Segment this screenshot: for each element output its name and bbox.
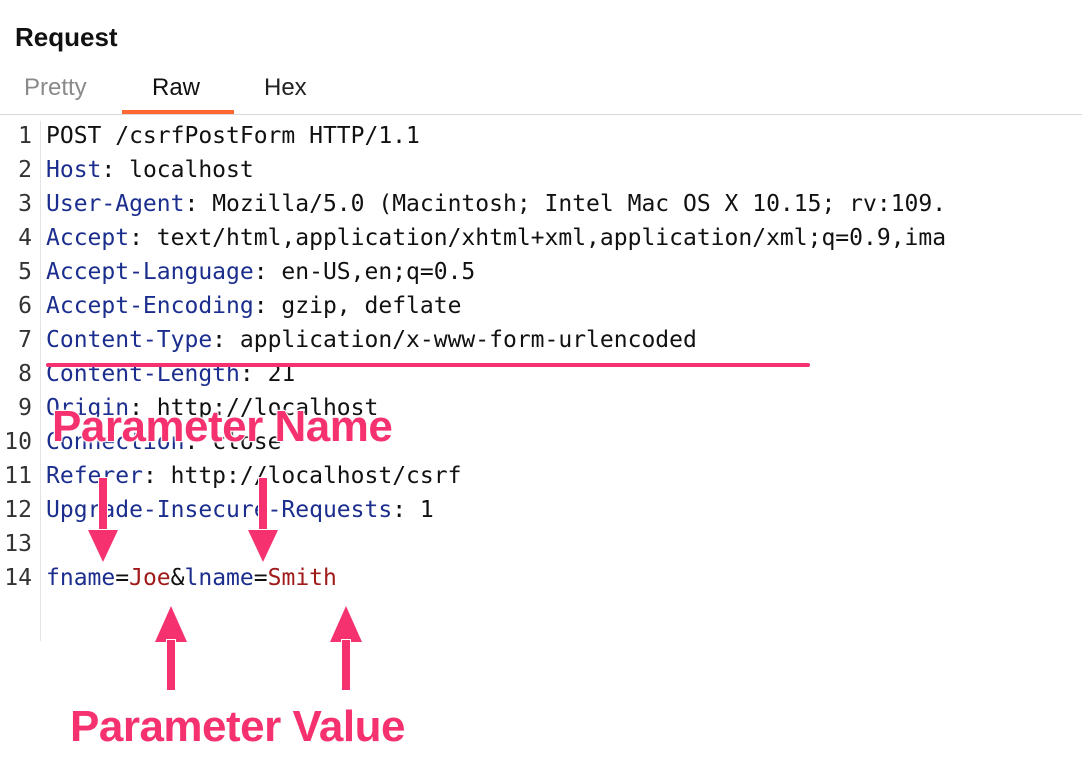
header-line: User-Agent: Mozilla/5.0 (Macintosh; Inte… [46, 187, 946, 221]
header-value: gzip, deflate [281, 293, 462, 319]
tab-hex[interactable]: Hex [264, 74, 307, 102]
param-equals: = [115, 565, 130, 591]
line-number: 13 [4, 531, 32, 557]
line-number: 8 [18, 361, 32, 387]
line-number: 1 [18, 123, 32, 149]
header-value: http://localhost/csrf [170, 463, 462, 489]
header-separator: : [184, 191, 213, 217]
header-value: en-US,en;q=0.5 [281, 259, 476, 285]
line-number: 2 [18, 157, 32, 183]
header-line: Referer: http://localhost/csrf [46, 459, 461, 493]
panel-title: Request [15, 22, 118, 52]
tab-pretty[interactable]: Pretty [24, 74, 87, 102]
header-name: Upgrade-Insecure-Requests [46, 497, 393, 523]
line-number: 4 [18, 225, 32, 251]
header-name: Content-Type [46, 327, 213, 353]
header-line: Accept-Encoding: gzip, deflate [46, 289, 461, 323]
header-name: Accept [46, 225, 130, 251]
header-separator: : [392, 497, 420, 523]
header-separator: : [253, 293, 282, 319]
request-body-line: fname=Joe&lname=Smith [46, 561, 337, 595]
param-ampersand: & [170, 565, 185, 591]
active-tab-indicator [122, 110, 234, 114]
header-separator: : [129, 225, 157, 251]
param-value: Joe [129, 565, 171, 591]
header-name: Accept-Encoding [46, 293, 254, 319]
header-line: Host: localhost [46, 153, 254, 187]
line-number: 9 [18, 395, 32, 421]
tab-raw[interactable]: Raw [152, 74, 200, 102]
line-number: 5 [18, 259, 32, 285]
content-type-highlight-underline [46, 363, 810, 367]
line-number: 12 [4, 497, 32, 523]
header-line: Accept-Language: en-US,en;q=0.5 [46, 255, 475, 289]
tab-bar: Pretty Raw Hex [0, 66, 1082, 115]
header-value: Mozilla/5.0 (Macintosh; Intel Mac OS X 1… [212, 191, 947, 217]
header-name: Host [46, 157, 102, 183]
header-separator: : [253, 259, 282, 285]
param-value: Smith [267, 565, 337, 591]
line-number: 14 [4, 565, 32, 591]
line-number: 6 [18, 293, 32, 319]
line-number: 10 [4, 429, 32, 455]
header-value: text/html,application/xhtml+xml,applicat… [156, 225, 947, 251]
request-line-text: POST /csrfPostForm HTTP/1.1 [46, 123, 420, 149]
header-name: User-Agent [46, 191, 185, 217]
param-name: lname [184, 565, 254, 591]
annotation-parameter-name: Parameter Name [51, 401, 394, 452]
header-line-content-type: Content-Type: application/x-www-form-url… [46, 323, 697, 357]
header-line: Upgrade-Insecure-Requests: 1 [46, 493, 434, 527]
header-name: Referer [46, 463, 143, 489]
param-name: fname [46, 565, 116, 591]
header-separator: : [142, 463, 171, 489]
header-value: application/x-www-form-urlencoded [239, 327, 697, 353]
header-separator: : [101, 157, 130, 183]
header-value: localhost [129, 157, 254, 183]
header-name: Accept-Language [46, 259, 254, 285]
line-number: 7 [18, 327, 32, 353]
param-equals: = [253, 565, 268, 591]
header-separator: : [212, 327, 240, 353]
line-number: 11 [4, 463, 32, 489]
annotation-parameter-value: Parameter Value [69, 701, 406, 752]
header-line: Accept: text/html,application/xhtml+xml,… [46, 221, 946, 255]
request-line: POST /csrfPostForm HTTP/1.1 [46, 119, 420, 153]
line-number: 3 [18, 191, 32, 217]
header-value: 1 [419, 497, 434, 523]
gutter-divider [40, 121, 41, 641]
